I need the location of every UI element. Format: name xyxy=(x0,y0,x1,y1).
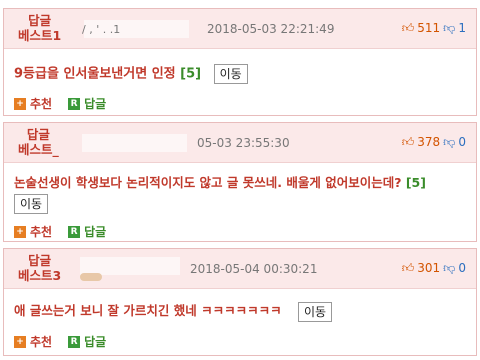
comment-card: 답글 베스트3 2018-05-04 00:30:21 👍︎ 301 👎︎ 0 … xyxy=(3,248,477,356)
move-button[interactable]: 이동 xyxy=(297,301,333,322)
downvote-count: 1 xyxy=(458,21,466,35)
avatar-icon xyxy=(80,273,102,281)
recommend-label: 추천 xyxy=(30,97,53,111)
badge-bottom-label: 베스트1 xyxy=(18,28,62,43)
comment-actions: + 추천 R 답글 xyxy=(14,95,122,112)
recommend-label: 추천 xyxy=(30,335,53,349)
move-button[interactable]: 이동 xyxy=(213,64,248,84)
reply-icon: R xyxy=(68,335,81,348)
downvote-count: 0 xyxy=(458,261,466,275)
badge-bottom-label: 베스트3 xyxy=(18,268,62,283)
comment-card: 답글 베스트1 / , ' . .1 2018-05-03 22:21:49 👍… xyxy=(3,8,477,116)
comment-text: 애 글쓰는거 보니 잘 가르치긴 했네 ㅋㅋㅋㅋㅋㅋㅋ xyxy=(14,303,282,318)
thumbs-up-icon[interactable]: 👍︎ xyxy=(402,22,415,34)
badge-top-label: 답글 xyxy=(28,253,52,268)
badge-top-label: 답글 xyxy=(28,13,52,28)
comment-date: 2018-05-03 22:21:49 xyxy=(207,22,335,36)
comment-card: 답글 베스트_ 05-03 23:55:30 👍︎ 378 👎︎ 0 논술선생이… xyxy=(3,122,477,242)
plus-icon: + xyxy=(14,225,26,238)
vote-group: 👍︎ 378 👎︎ 0 xyxy=(402,135,466,149)
best-badge: 답글 베스트1 xyxy=(18,13,61,43)
move-button[interactable]: 이동 xyxy=(14,193,49,214)
comment-date: 2018-05-04 00:30:21 xyxy=(190,262,318,276)
thumbs-up-icon[interactable]: 👍︎ xyxy=(402,262,415,274)
downvote-count: 0 xyxy=(458,135,466,149)
upvote-count: 301 xyxy=(417,261,441,275)
vote-group: 👍︎ 301 👎︎ 0 xyxy=(402,261,466,275)
plus-icon: + xyxy=(14,335,26,348)
comment-text: 9등급을 인서울보낸거면 인정 xyxy=(14,66,176,82)
comment-text: 논술선생이 학생보다 논리적이지도 않고 글 못쓰네. 배울게 없어보이는데? xyxy=(14,175,402,190)
reply-button[interactable]: R 답글 xyxy=(68,223,106,240)
recommend-button[interactable]: + 추천 xyxy=(14,333,52,350)
badge-bottom-label: 베스트_ xyxy=(18,142,59,157)
comment-header: 답글 베스트1 / , ' . .1 2018-05-03 22:21:49 👍… xyxy=(4,9,476,49)
best-badge: 답글 베스트_ xyxy=(18,127,59,157)
plus-icon: + xyxy=(14,97,26,110)
vote-group: 👍︎ 511 👎︎ 1 xyxy=(402,21,466,35)
comment-text-block: 9등급을 인서울보낸거면 인정 [5] 이동 xyxy=(14,64,248,85)
best-badge: 답글 베스트3 xyxy=(18,253,61,283)
comment-header: 답글 베스트3 2018-05-04 00:30:21 👍︎ 301 👎︎ 0 xyxy=(4,249,476,289)
reply-button[interactable]: R 답글 xyxy=(68,333,106,350)
recommend-button[interactable]: + 추천 xyxy=(14,223,52,240)
upvote-count: 378 xyxy=(417,135,441,149)
thumbs-down-icon[interactable]: 👎︎ xyxy=(443,22,455,34)
username-redacted xyxy=(82,134,187,152)
thumbs-up-icon[interactable]: 👍︎ xyxy=(402,136,415,148)
reply-count: [5] xyxy=(180,66,202,82)
reply-label: 답글 xyxy=(84,97,107,111)
reply-icon: R xyxy=(68,225,81,238)
recommend-label: 추천 xyxy=(30,225,53,239)
reply-label: 답글 xyxy=(84,335,107,349)
reply-icon: R xyxy=(68,97,81,110)
badge-top-label: 답글 xyxy=(26,127,50,142)
comment-actions: + 추천 R 답글 xyxy=(14,333,122,350)
comment-text-block: 애 글쓰는거 보니 잘 가르치긴 했네 ㅋㅋㅋㅋㅋㅋㅋ 이동 xyxy=(14,301,333,322)
thumbs-down-icon[interactable]: 👎︎ xyxy=(443,136,455,148)
comment-text-block: 논술선생이 학생보다 논리적이지도 않고 글 못쓰네. 배울게 없어보이는데? … xyxy=(14,173,469,214)
reply-label: 답글 xyxy=(84,225,107,239)
recommend-button[interactable]: + 추천 xyxy=(14,95,52,112)
comment-date: 05-03 23:55:30 xyxy=(197,136,290,150)
comment-header: 답글 베스트_ 05-03 23:55:30 👍︎ 378 👎︎ 0 xyxy=(4,123,476,163)
thumbs-down-icon[interactable]: 👎︎ xyxy=(443,262,455,274)
reply-button[interactable]: R 답글 xyxy=(68,95,106,112)
upvote-count: 511 xyxy=(417,21,441,35)
reply-count: [5] xyxy=(405,175,426,190)
comment-actions: + 추천 R 답글 xyxy=(14,223,122,240)
username-tail: / , ' . .1 xyxy=(82,23,121,36)
